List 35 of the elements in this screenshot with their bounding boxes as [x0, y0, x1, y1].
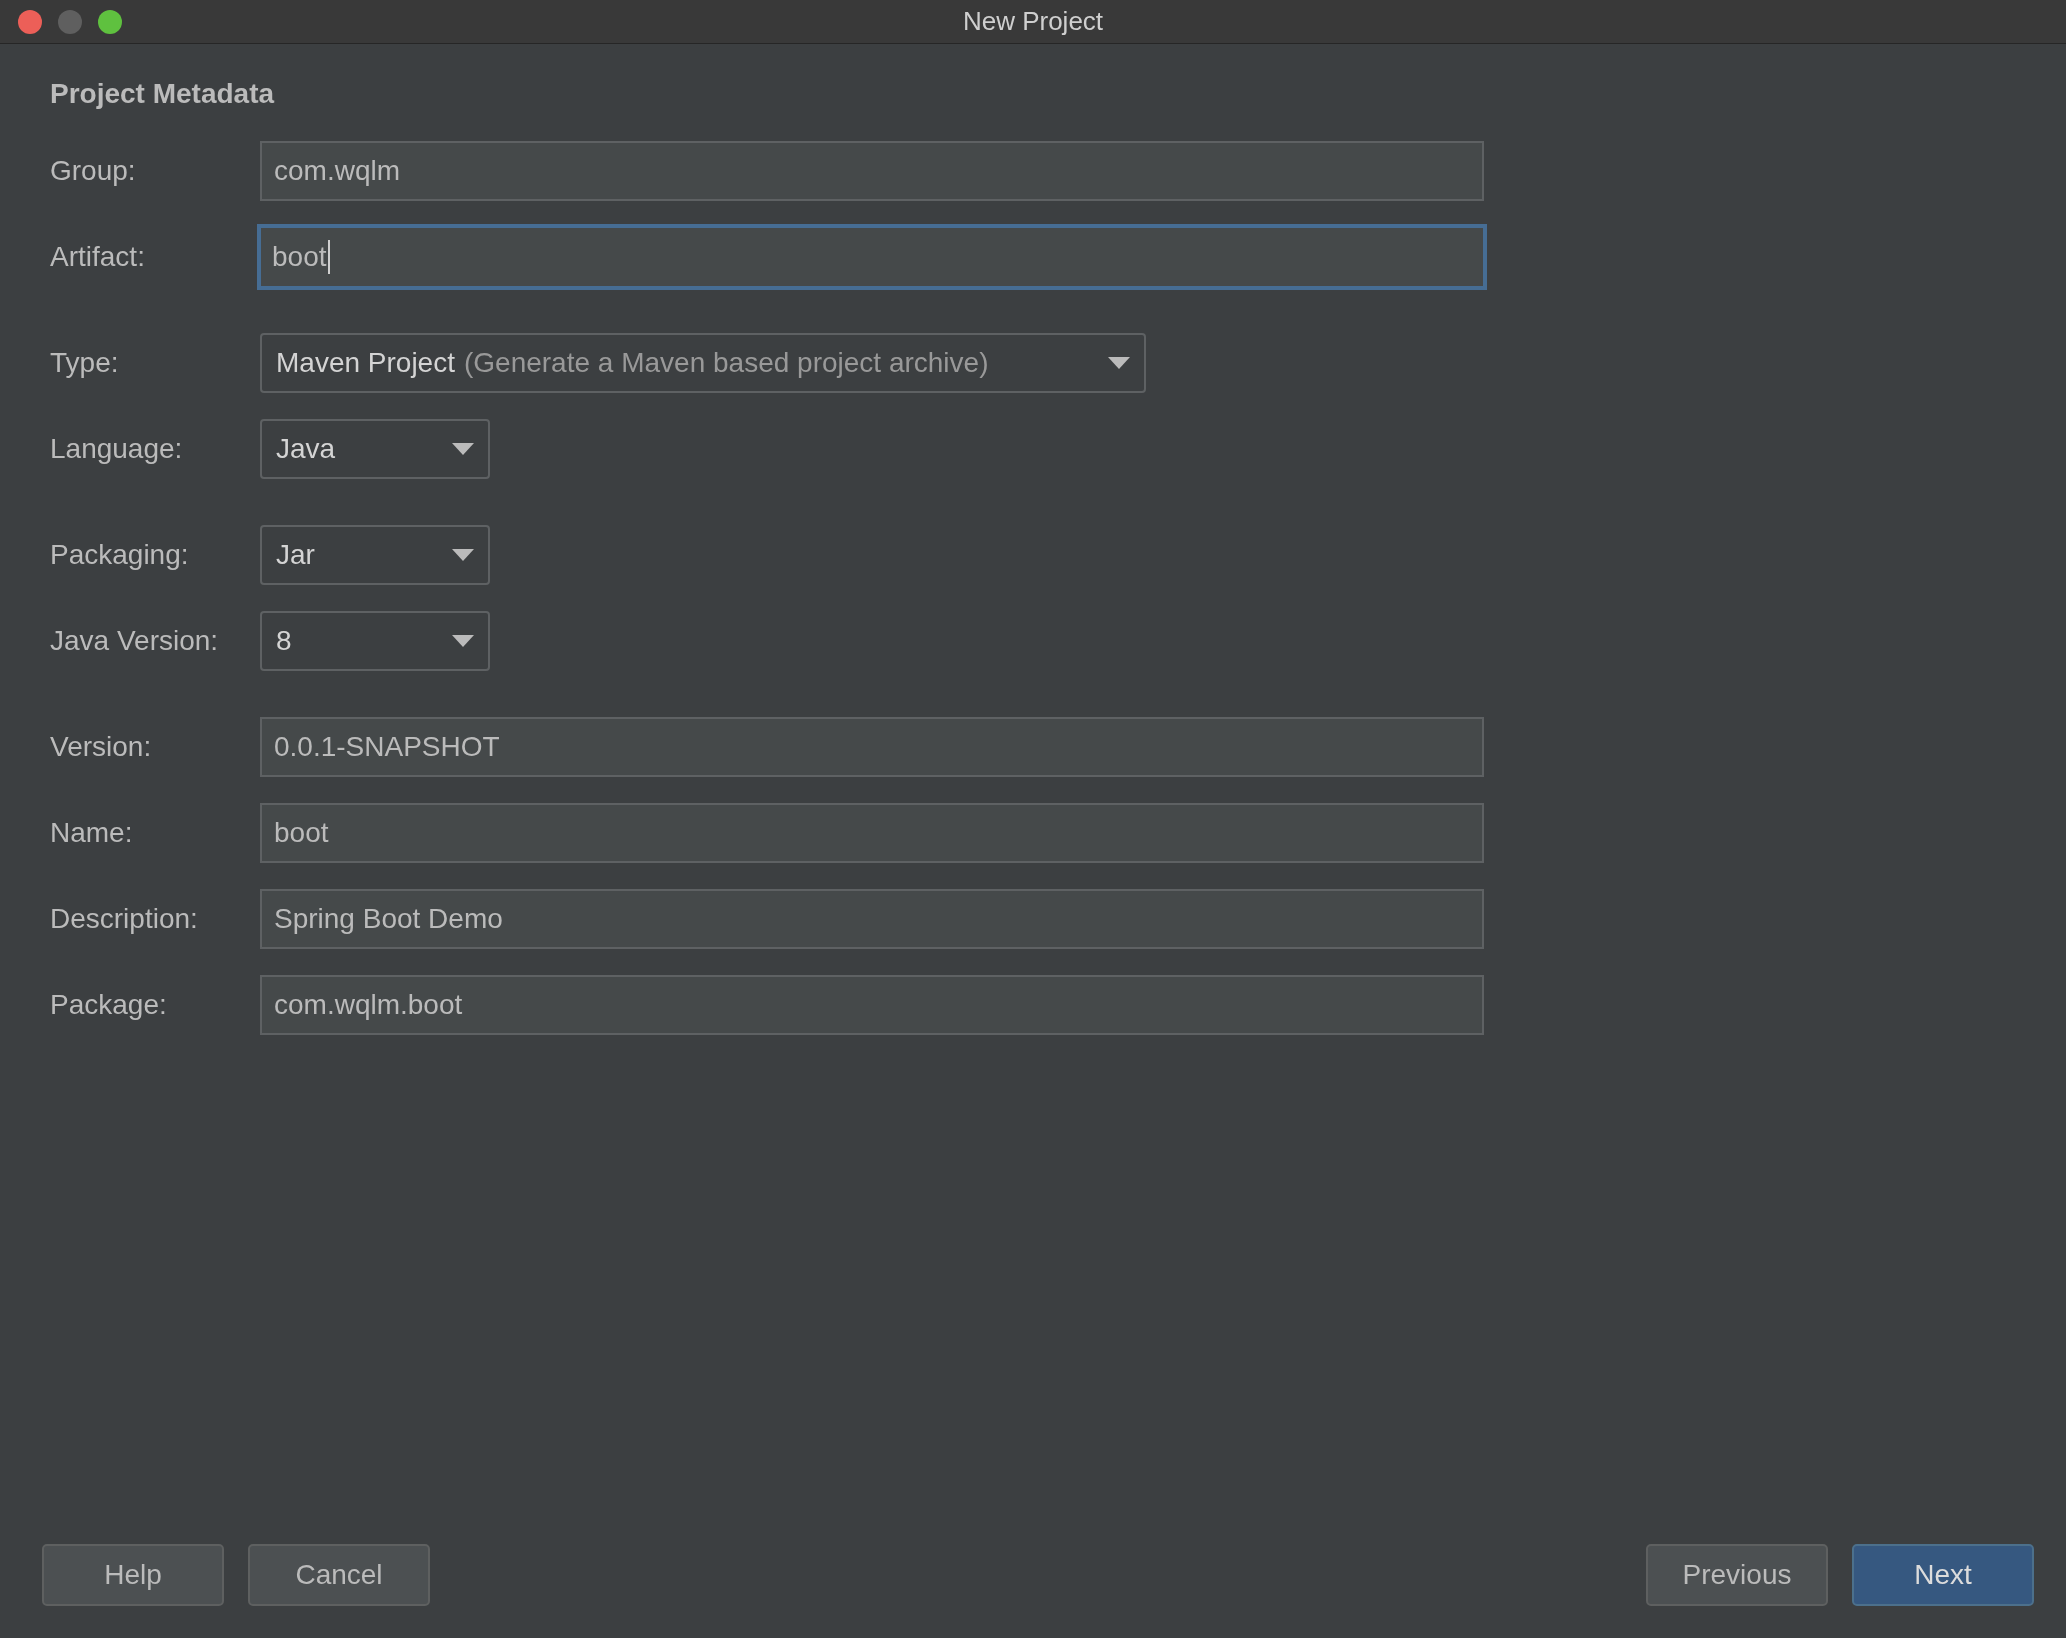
caret-icon	[452, 549, 474, 561]
caret-icon	[452, 635, 474, 647]
field-label: Java Version:	[50, 625, 220, 657]
dropdown-hint: (Generate a Maven based project archive)	[463, 347, 989, 379]
caret-icon	[452, 443, 474, 455]
dropdown[interactable]: Maven Project (Generate a Maven based project archive)	[260, 333, 1146, 393]
minimize-icon[interactable]	[58, 9, 82, 34]
text-field[interactable]: boot	[257, 224, 1487, 290]
caret-icon	[1108, 357, 1130, 369]
dropdown[interactable]: 8	[260, 611, 490, 671]
text-field[interactable]: 0.0.1-SNAPSHOT	[260, 717, 1484, 777]
field-label: Artifact:	[50, 241, 146, 273]
field-label: Packaging:	[50, 539, 190, 571]
text-field[interactable]: boot	[260, 803, 1484, 863]
text-field[interactable]: com.wqlm	[260, 141, 1484, 201]
text-field[interactable]: Spring Boot Demo	[260, 889, 1484, 949]
field-label: Type:	[50, 347, 120, 379]
text-cursor	[327, 240, 330, 274]
dropdown[interactable]: Jar	[260, 525, 490, 585]
field-label: Name:	[50, 817, 134, 849]
window-title: New Project	[962, 6, 1104, 36]
section-heading: Project Metadata	[50, 78, 276, 110]
dropdown[interactable]: Java	[260, 419, 490, 479]
close-icon[interactable]	[18, 9, 42, 34]
dialog-button[interactable]: Help	[42, 1544, 224, 1606]
dialog-button[interactable]: Next	[1852, 1544, 2034, 1606]
text-field[interactable]: com.wqlm.boot	[260, 975, 1484, 1035]
field-label: Version:	[50, 731, 153, 763]
field-label: Group:	[50, 155, 137, 187]
zoom-icon[interactable]	[98, 9, 122, 34]
dialog-button[interactable]: Previous	[1646, 1544, 1828, 1606]
field-label: Language:	[50, 433, 184, 465]
field-label: Description:	[50, 903, 199, 935]
dialog-button[interactable]: Cancel	[248, 1544, 430, 1606]
field-label: Package:	[50, 989, 168, 1021]
